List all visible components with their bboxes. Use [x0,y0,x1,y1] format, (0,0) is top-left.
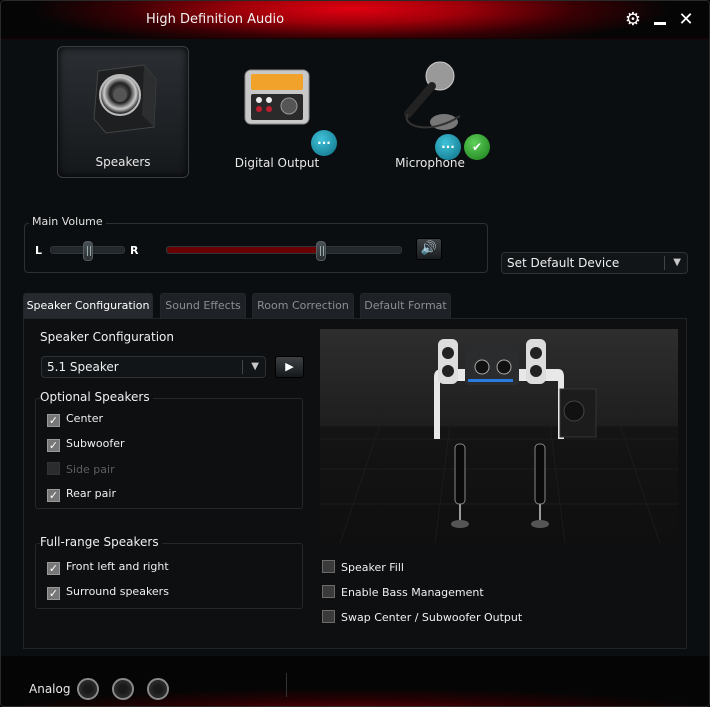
full-range-speaker-checkbox[interactable]: ✓ Front left and right [47,560,169,576]
checkbox-checked-icon[interactable]: ✓ [47,562,60,575]
gear-icon[interactable]: ⚙ [622,9,644,31]
device-microphone[interactable]: ··· ✔ Microphone [364,46,496,178]
default-device-value: Set Default Device [507,256,620,270]
center-speaker [465,347,519,385]
checkbox-label: Speaker Fill [341,561,404,574]
analog-jack-3[interactable] [147,678,169,700]
speaker-preview-image [320,329,678,544]
mute-button[interactable]: 🔊 [416,238,442,260]
full-range-speaker-checkbox[interactable]: ✓ Surround speakers [47,585,169,601]
chat-badge-icon[interactable]: ··· [311,130,337,156]
speaker-configuration-value: 5.1 Speaker [47,360,119,374]
front-left-speaker [438,339,458,384]
optional-speaker-checkbox[interactable]: ✓ Subwoofer [47,437,125,453]
rear-right-speaker [531,443,549,528]
window-title: High Definition Audio [146,12,285,27]
checkbox-label: Subwoofer [66,437,125,450]
dropdown-separator [242,360,243,374]
chevron-down-icon: ▼ [673,257,681,268]
device-label: Microphone [395,156,465,170]
speaker-option-checkbox[interactable]: Enable Bass Management [322,585,484,601]
floor-grid [320,424,678,544]
analog-jack-2[interactable] [112,678,134,700]
microphone-icon [404,61,461,130]
checkbox-label: Swap Center / Subwoofer Output [341,611,523,624]
play-test-button[interactable]: ▶ [275,356,304,378]
tab-speaker-configuration[interactable]: Speaker Configuration [23,293,153,319]
speaker-configuration-dropdown[interactable]: 5.1 Speaker ▼ [41,356,266,378]
checkbox-unchecked-icon[interactable] [47,462,60,475]
checkbox-label: Surround speakers [66,585,169,598]
tab-sound-effects[interactable]: Sound Effects [160,293,246,318]
minimize-button[interactable] [649,9,671,31]
subwoofer [559,388,597,438]
front-right-speaker [526,339,546,384]
play-icon: ▶ [285,360,294,373]
checkbox-unchecked-icon[interactable] [322,560,335,573]
checkbox-checked-icon[interactable]: ✓ [47,587,60,600]
full-range-speakers-heading: Full-range Speakers [40,535,162,549]
device-selector: Speakers ··· Digital Output ··· ✔ Microp… [1,41,709,186]
speaker-configuration-heading: Speaker Configuration [40,330,175,344]
balance-right-label: R [130,244,139,257]
speaker-volume-icon: 🔊 [420,241,438,256]
volume-slider-fill [167,247,322,253]
dropdown-separator [664,256,665,270]
speaker-option-checkbox[interactable]: Swap Center / Subwoofer Output [322,610,522,626]
optional-speaker-checkbox[interactable]: ✓ Center [47,412,103,428]
checkbox-label: Front left and right [66,560,169,573]
device-speakers[interactable]: Speakers [57,46,189,178]
checkbox-label: Enable Bass Management [341,586,484,599]
footer-bar [1,656,709,706]
main-volume-label: Main Volume [29,215,106,228]
checkbox-label: Rear pair [66,487,116,500]
analog-jack-1[interactable] [77,678,99,700]
checkbox-checked-icon[interactable]: ✓ [47,414,60,427]
checkbox-unchecked-icon[interactable] [322,585,335,598]
speaker-icon [93,64,157,134]
rear-left-speaker [451,443,469,528]
checkbox-checked-icon[interactable]: ✓ [47,489,60,502]
volume-slider-thumb[interactable] [316,241,327,261]
device-label: Speakers [95,155,151,169]
device-label: Digital Output [234,156,320,170]
balance-slider[interactable] [50,241,125,261]
volume-slider[interactable] [166,241,402,261]
speaker-option-checkbox[interactable]: Speaker Fill [322,560,404,576]
balance-left-label: L [35,244,43,257]
device-digital-output[interactable]: ··· Digital Output [211,46,343,178]
minimize-icon [654,22,666,25]
title-bar[interactable]: High Definition Audio ⚙ ✕ [1,1,709,39]
tab-default-format[interactable]: Default Format [360,293,451,318]
checkbox-checked-icon[interactable]: ✓ [47,439,60,452]
balance-slider-thumb[interactable] [82,241,93,261]
tab-room-correction[interactable]: Room Correction [252,293,354,318]
optional-speaker-checkbox: Side pair [47,462,115,478]
close-icon[interactable]: ✕ [675,9,697,31]
digital-output-icon [244,69,310,125]
audio-window: High Definition Audio ⚙ ✕ Speakers ··· D… [0,0,710,707]
optional-speaker-checkbox[interactable]: ✓ Rear pair [47,487,116,503]
checkbox-unchecked-icon[interactable] [322,610,335,623]
set-default-device-dropdown[interactable]: Set Default Device ▼ [501,252,688,274]
footer-divider [286,673,287,697]
analog-label: Analog [29,682,71,696]
checkbox-label: Center [66,412,104,425]
checkbox-label: Side pair [66,463,115,476]
optional-speakers-heading: Optional Speakers [40,390,153,404]
chevron-down-icon: ▼ [251,361,259,372]
